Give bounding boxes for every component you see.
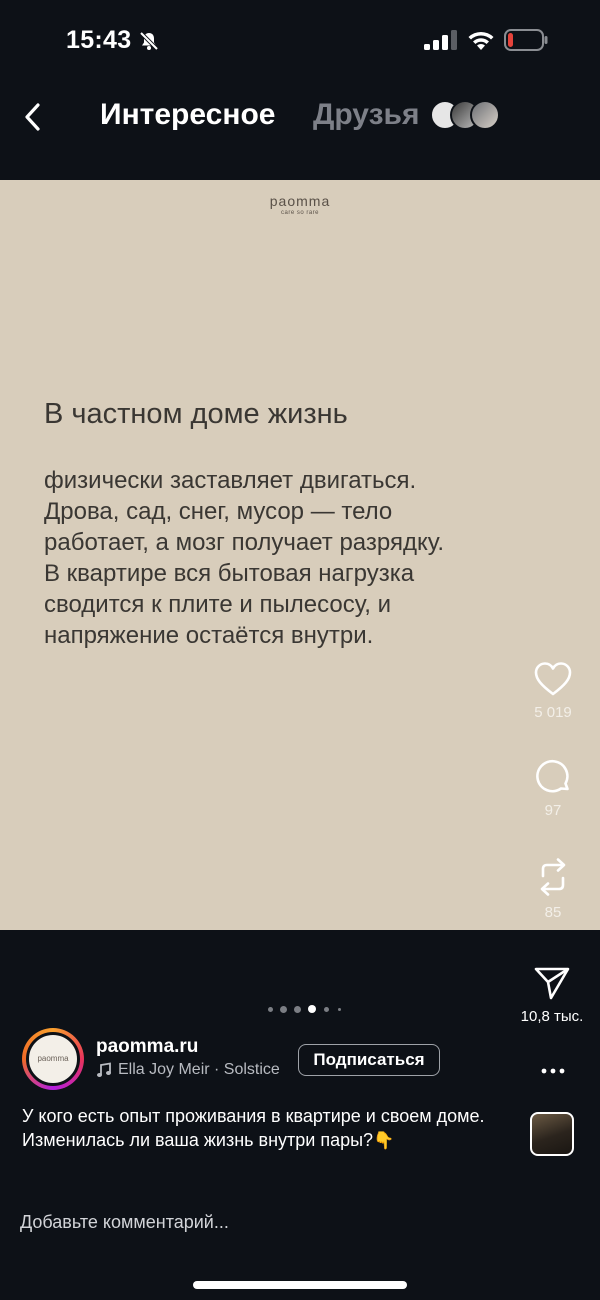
wifi-icon xyxy=(468,31,494,50)
post-body-line: сводится к плите и пылесосу, и xyxy=(44,591,392,618)
caption-text: У кого есть опыт проживания в квартире и… xyxy=(22,1106,485,1150)
shares-count: 10,8 тыс. xyxy=(520,1008,584,1025)
back-icon[interactable] xyxy=(20,100,46,134)
header: Интересное Друзья xyxy=(0,80,600,180)
carousel-dot xyxy=(268,1007,273,1012)
status-time: 15:43 xyxy=(66,26,132,54)
repost-action[interactable]: 85 xyxy=(522,856,584,921)
carousel-dot xyxy=(324,1007,329,1012)
music-icon xyxy=(97,1062,111,1077)
battery-icon xyxy=(504,29,548,51)
post-caption[interactable]: У кого есть опыт проживания в квартире и… xyxy=(22,1104,492,1153)
author-name[interactable]: paomma.ru xyxy=(96,1036,198,1058)
audio-thumbnail[interactable] xyxy=(530,1112,574,1156)
carousel-dot-active xyxy=(308,1005,316,1013)
status-bar: 15:43 xyxy=(0,0,600,80)
brand-tagline: care so rare xyxy=(280,210,319,216)
comment-input[interactable]: Добавьте комментарий... xyxy=(20,1212,229,1233)
share-action[interactable]: 10,8 тыс. xyxy=(512,964,592,1025)
post-body-line: напряжение остаётся внутри. xyxy=(44,622,374,649)
reposts-count: 85 xyxy=(544,904,562,921)
heart-icon[interactable] xyxy=(533,660,573,698)
signal-icon xyxy=(424,30,457,50)
friend-avatar xyxy=(470,100,500,130)
mute-icon xyxy=(139,31,159,51)
post-body: физически заставляет двигаться. Дрова, с… xyxy=(44,465,524,651)
post-heading: В частном доме жизнь xyxy=(44,398,348,430)
carousel-dot xyxy=(280,1006,287,1013)
brand-name: paomma xyxy=(269,193,331,209)
tab-friends[interactable]: Друзья xyxy=(313,98,419,132)
home-indicator[interactable] xyxy=(193,1281,407,1289)
post-body-line: В квартире вся бытовая нагрузка xyxy=(44,560,415,587)
post-image[interactable]: paomma care so rare В частном доме жизнь… xyxy=(0,180,600,930)
send-icon[interactable] xyxy=(532,964,572,1002)
like-action[interactable]: 5 019 xyxy=(522,660,584,721)
carousel-dot xyxy=(294,1006,301,1013)
brand-logo: paomma care so rare xyxy=(0,193,600,216)
post-body-line: работает, а мозг получает разрядку. xyxy=(44,529,444,556)
post-body-line: физически заставляет двигаться. xyxy=(44,467,417,494)
music-track[interactable]: Ella Joy Meir · Solstice xyxy=(118,1061,280,1079)
comment-action[interactable]: 97 xyxy=(522,758,584,819)
repost-icon[interactable] xyxy=(533,856,573,898)
author-avatar-image: paomma xyxy=(26,1032,80,1086)
likes-count: 5 019 xyxy=(534,704,572,721)
carousel-dots xyxy=(268,1004,348,1014)
friend-avatars[interactable] xyxy=(430,100,502,130)
comment-icon[interactable] xyxy=(533,758,573,796)
post-body-line: Дрова, сад, снег, мусор — тело xyxy=(44,498,393,525)
subscribe-button[interactable]: Подписаться xyxy=(298,1044,440,1076)
carousel-dot xyxy=(338,1008,341,1011)
comments-count: 97 xyxy=(544,802,562,819)
author-avatar[interactable]: paomma xyxy=(22,1028,84,1090)
more-icon[interactable] xyxy=(540,1066,566,1076)
point-down-icon: 👇 xyxy=(373,1131,395,1150)
tab-interesting[interactable]: Интересное xyxy=(100,98,276,132)
